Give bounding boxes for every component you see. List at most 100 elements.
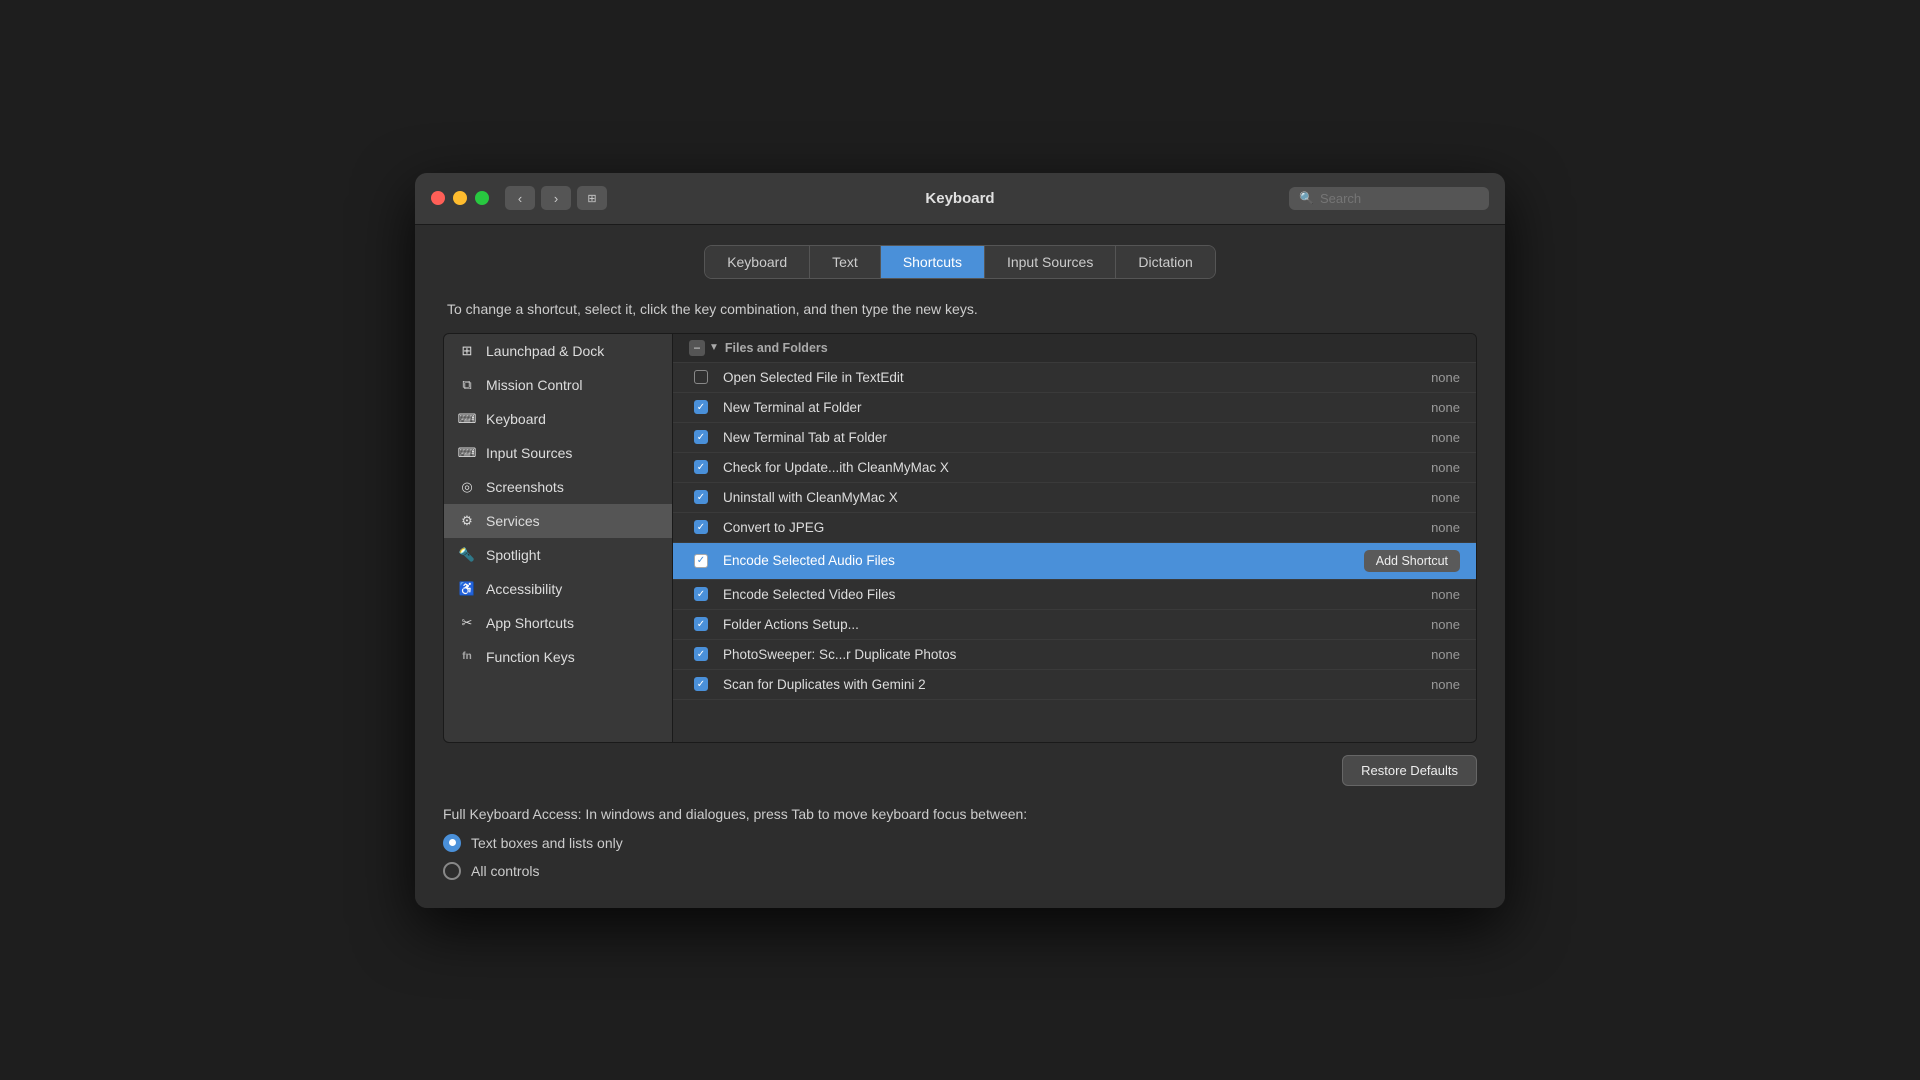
shortcut-label: Folder Actions Setup... [713,617,1400,632]
shortcut-label: PhotoSweeper: Sc...r Duplicate Photos [713,647,1400,662]
bottom-area: Restore Defaults [443,755,1477,786]
sidebar-item-function-keys[interactable]: fn Function Keys [444,640,672,674]
radio-all-controls[interactable]: All controls [443,862,1477,880]
sidebar-item-spotlight[interactable]: 🔦 Spotlight [444,538,672,572]
radio-text-boxes[interactable]: Text boxes and lists only [443,834,1477,852]
tab-keyboard[interactable]: Keyboard [705,246,810,278]
accessibility-icon: ♿ [458,580,476,598]
sidebar-label-input-sources: Input Sources [486,445,572,461]
sidebar-item-launchpad[interactable]: ⊞ Launchpad & Dock [444,334,672,368]
sidebar-label-app-shortcuts: App Shortcuts [486,615,574,631]
sidebar-item-input-sources[interactable]: ⌨ Input Sources [444,436,672,470]
shortcut-key: none [1400,617,1460,632]
checkbox-encode-audio[interactable] [694,554,708,568]
sidebar-item-keyboard[interactable]: ⌨ Keyboard [444,402,672,436]
search-box[interactable]: 🔍 [1289,187,1489,210]
table-row[interactable]: Encode Selected Video Files none [673,580,1476,610]
screenshots-icon: ◎ [458,478,476,496]
tab-input-sources[interactable]: Input Sources [985,246,1116,278]
checkbox-folder-actions[interactable] [694,617,708,631]
tab-dictation[interactable]: Dictation [1116,246,1214,278]
table-row[interactable]: Open Selected File in TextEdit none [673,363,1476,393]
checkbox-new-terminal[interactable] [694,400,708,414]
search-input[interactable] [1320,191,1479,206]
checkbox-check-update[interactable] [694,460,708,474]
checkbox-cell [689,677,713,691]
restore-defaults-button[interactable]: Restore Defaults [1342,755,1477,786]
group-collapse-cell: − [685,340,709,356]
tab-text[interactable]: Text [810,246,881,278]
keyboard-window: ‹ › ⊞ Keyboard 🔍 Keyboard Text Shortcuts… [415,173,1505,908]
shortcut-key: none [1400,647,1460,662]
sidebar-item-accessibility[interactable]: ♿ Accessibility [444,572,672,606]
shortcut-label: Encode Selected Audio Files [713,553,1364,568]
shortcut-label: Encode Selected Video Files [713,587,1400,602]
services-icon: ⚙ [458,512,476,530]
table-row[interactable]: Scan for Duplicates with Gemini 2 none [673,670,1476,700]
content-area: Keyboard Text Shortcuts Input Sources Di… [415,225,1505,908]
checkbox-uninstall[interactable] [694,490,708,504]
table-row[interactable]: Folder Actions Setup... none [673,610,1476,640]
shortcut-label: Open Selected File in TextEdit [713,370,1400,385]
shortcut-key: none [1400,520,1460,535]
checkbox-cell [689,554,713,568]
shortcut-key: none [1400,490,1460,505]
minimize-button[interactable] [453,191,467,205]
shortcut-label: New Terminal at Folder [713,400,1400,415]
checkbox-convert-jpeg[interactable] [694,520,708,534]
sidebar-item-screenshots[interactable]: ◎ Screenshots [444,470,672,504]
sidebar-item-services[interactable]: ⚙ Services [444,504,672,538]
add-shortcut-button[interactable]: Add Shortcut [1364,550,1460,572]
table-row[interactable]: Uninstall with CleanMyMac X none [673,483,1476,513]
maximize-button[interactable] [475,191,489,205]
table-row-selected[interactable]: Encode Selected Audio Files Add Shortcut [673,543,1476,580]
radio-all-controls-label: All controls [471,863,539,879]
group-header-label: Files and Folders [725,341,828,355]
sidebar-item-mission-control[interactable]: ⧉ Mission Control [444,368,672,402]
shortcut-key: none [1400,400,1460,415]
nav-buttons: ‹ › [505,186,571,210]
checkbox-cell [689,520,713,534]
checkbox-cell [689,490,713,504]
keyboard-icon: ⌨ [458,410,476,428]
table-row[interactable]: New Terminal Tab at Folder none [673,423,1476,453]
traffic-lights [431,191,489,205]
minus-icon: − [689,340,705,356]
shortcut-key: none [1400,370,1460,385]
shortcut-key: none [1400,587,1460,602]
group-header[interactable]: − ▼ Files and Folders [673,334,1476,363]
checkbox-cell [689,617,713,631]
sidebar-label-launchpad: Launchpad & Dock [486,343,604,359]
checkbox-new-terminal-tab[interactable] [694,430,708,444]
table-row[interactable]: PhotoSweeper: Sc...r Duplicate Photos no… [673,640,1476,670]
shortcut-key: none [1400,460,1460,475]
tab-shortcuts[interactable]: Shortcuts [881,246,985,278]
shortcut-label: Scan for Duplicates with Gemini 2 [713,677,1400,692]
checkbox-encode-video[interactable] [694,587,708,601]
table-row[interactable]: New Terminal at Folder none [673,393,1476,423]
checkbox-scan-duplicates[interactable] [694,677,708,691]
shortcut-label: Convert to JPEG [713,520,1400,535]
back-button[interactable]: ‹ [505,186,535,210]
spotlight-icon: 🔦 [458,546,476,564]
checkbox-open-textedit[interactable] [694,370,708,384]
checkbox-photosweeper[interactable] [694,647,708,661]
radio-text-boxes-circle[interactable] [443,834,461,852]
table-row[interactable]: Check for Update...ith CleanMyMac X none [673,453,1476,483]
sidebar-item-app-shortcuts[interactable]: ✂ App Shortcuts [444,606,672,640]
sidebar-label-mission-control: Mission Control [486,377,582,393]
triangle-icon: ▼ [709,342,719,353]
radio-group: Text boxes and lists only All controls [443,834,1477,880]
checkbox-cell [689,587,713,601]
table-row[interactable]: Convert to JPEG none [673,513,1476,543]
shortcut-table: − ▼ Files and Folders Open Selected File… [673,333,1477,743]
forward-button[interactable]: › [541,186,571,210]
close-button[interactable] [431,191,445,205]
group-header-content: ▼ Files and Folders [709,341,828,355]
search-icon: 🔍 [1299,191,1314,205]
radio-all-controls-circle[interactable] [443,862,461,880]
sidebar-label-function-keys: Function Keys [486,649,575,665]
sidebar-label-spotlight: Spotlight [486,547,540,563]
grid-button[interactable]: ⊞ [577,186,607,210]
shortcut-label: New Terminal Tab at Folder [713,430,1400,445]
